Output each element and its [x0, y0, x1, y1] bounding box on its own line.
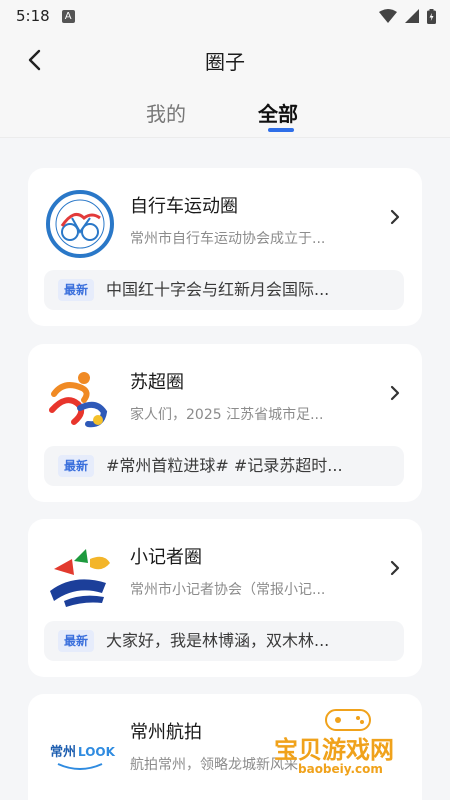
status-bar: 5:18 A	[0, 0, 450, 32]
circle-description: 常州市自行车运动协会成立于...	[130, 231, 326, 247]
circle-card[interactable]: 苏超圈 家人们，2025 江苏省城市足... 最新 #常州首粒进球# #记录苏超…	[28, 344, 422, 502]
cycling-association-logo	[46, 190, 114, 258]
status-time: 5:18	[16, 7, 50, 25]
latest-post[interactable]: 最新 大家好，我是林博涵，双木林...	[44, 621, 404, 661]
watermark: 宝贝游戏网 baobeiy.com	[268, 704, 428, 784]
chevron-right-icon	[390, 209, 400, 225]
tab-mine[interactable]: 我的	[146, 98, 186, 127]
circle-description: 常州市小记者协会（常报小记...	[130, 582, 326, 598]
circle-card[interactable]: 自行车运动圈 常州市自行车运动协会成立于... 最新 中国红十字会与红新月会国际…	[28, 168, 422, 326]
circle-name: 小记者圈	[130, 547, 202, 568]
svg-text:常州: 常州	[50, 744, 76, 760]
latest-post-text: 中国红十字会与红新月会国际...	[106, 280, 330, 299]
latest-post[interactable]: 最新 中国红十字会与红新月会国际...	[44, 270, 404, 310]
signal-icon	[405, 9, 419, 23]
latest-badge: 最新	[58, 455, 95, 477]
watermark-url: baobeiy.com	[298, 762, 383, 776]
latest-badge: 最新	[58, 279, 95, 301]
latest-post-text: 大家好，我是林博涵，双木林...	[106, 631, 330, 650]
chevron-right-icon	[390, 385, 400, 401]
circle-description: 家人们，2025 江苏省城市足...	[130, 407, 324, 423]
notification-icon: A	[61, 9, 75, 23]
latest-post[interactable]: 最新 #常州首粒进球# #记录苏超时...	[44, 446, 404, 486]
circle-card[interactable]: 小记者圈 常州市小记者协会（常报小记... 最新 大家好，我是林博涵，双木林..…	[28, 519, 422, 677]
page-title: 圈子	[205, 50, 245, 74]
wifi-icon	[379, 9, 397, 23]
latest-post-text: #常州首粒进球# #记录苏超时...	[106, 456, 343, 475]
tab-all[interactable]: 全部	[258, 98, 298, 127]
young-reporter-logo	[50, 549, 110, 607]
latest-badge: 最新	[58, 630, 95, 652]
su-super-league-logo	[49, 372, 108, 428]
active-tab-indicator	[268, 128, 294, 132]
circle-name: 常州航拍	[130, 722, 202, 743]
battery-icon	[427, 8, 436, 24]
circle-name: 苏超圈	[130, 372, 184, 393]
chevron-right-icon	[390, 560, 400, 576]
watermark-text: 宝贝游戏网	[274, 736, 394, 764]
changzhou-look-logo: 常州 LOOK	[48, 740, 116, 770]
header: 圈子 我的 全部	[0, 32, 450, 138]
svg-text:LOOK: LOOK	[78, 745, 116, 759]
tab-bar: 我的 全部	[0, 98, 450, 138]
circle-name: 自行车运动圈	[130, 196, 238, 217]
